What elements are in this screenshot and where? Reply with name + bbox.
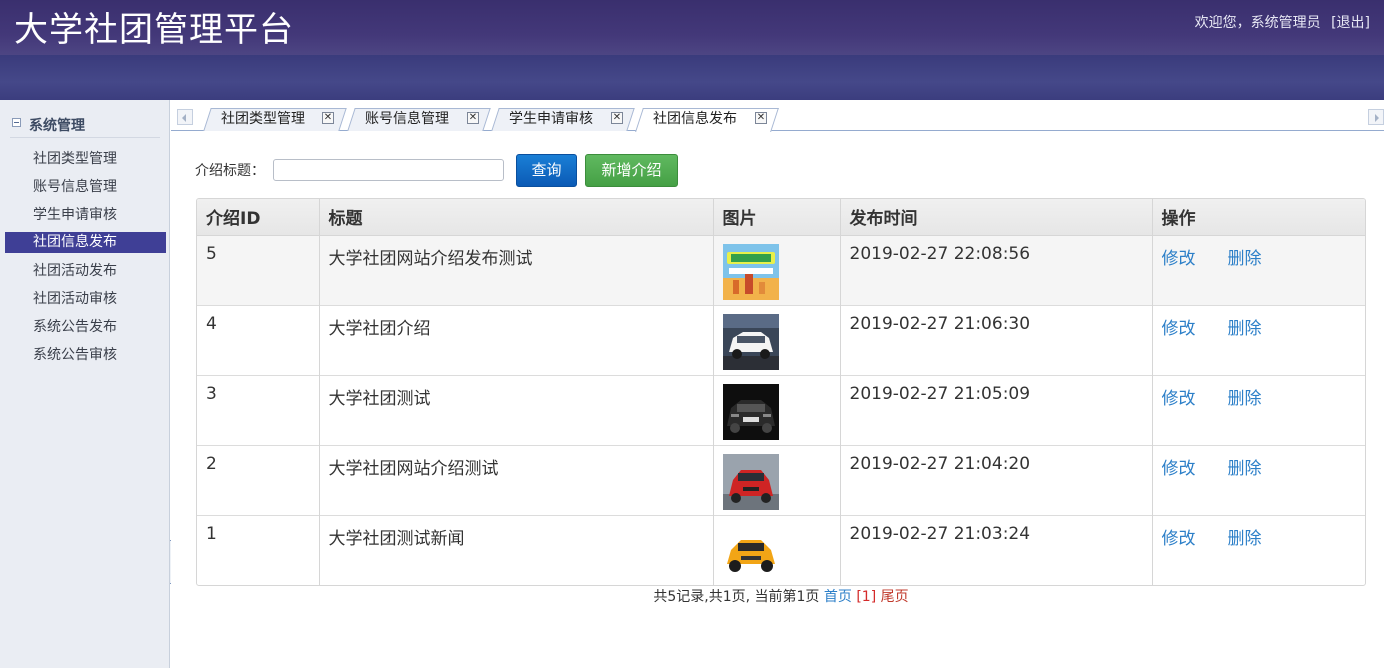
tab-bar: 社团类型管理 ✕ 账号信息管理 ✕ 学生申请审核 ✕ 社团信息发布 ✕ xyxy=(171,104,1384,132)
title-filter-input[interactable] xyxy=(273,159,504,181)
sidebar-item-club-type[interactable]: 社团类型管理 xyxy=(5,148,166,176)
sidebar-group-label: 系统管理 xyxy=(29,118,85,134)
cell-time: 2019-02-27 21:06:30 xyxy=(839,304,1152,375)
red-car-thumb[interactable] xyxy=(722,453,779,510)
tab-scroll-left-icon[interactable] xyxy=(177,109,193,125)
cell-time: 2019-02-27 21:03:24 xyxy=(839,514,1152,585)
first-page-link[interactable]: 首页 xyxy=(824,589,852,605)
intro-table: 介绍ID 标题 图片 发布时间 操作 5 大学社团网站介绍发布测试 2019-0… xyxy=(196,198,1366,586)
logout-link[interactable]: [退出] xyxy=(1331,15,1370,31)
sidebar-item-notice-review[interactable]: 系统公告审核 xyxy=(5,344,166,372)
column-header: 发布时间 xyxy=(839,199,1152,236)
sidebar-item-notice-publish[interactable]: 系统公告发布 xyxy=(5,316,166,344)
cell-actions: 修改 删除 xyxy=(1151,444,1365,515)
sidebar-menu: 社团类型管理 账号信息管理 学生申请审核 社团信息发布 社团活动发布 社团活动审… xyxy=(5,148,166,372)
column-header: 介绍ID xyxy=(197,199,319,236)
delete-link[interactable]: 删除 xyxy=(1228,319,1262,339)
cell-title: 大学社团测试 xyxy=(318,374,713,445)
title-filter-label: 介绍标题： xyxy=(195,163,265,179)
delete-link[interactable]: 删除 xyxy=(1228,249,1262,269)
delete-link[interactable]: 删除 xyxy=(1228,459,1262,479)
column-header: 标题 xyxy=(318,199,713,236)
cell-id: 5 xyxy=(197,234,319,305)
tab-close-icon[interactable]: ✕ xyxy=(611,112,623,124)
cell-time: 2019-02-27 21:04:20 xyxy=(839,444,1152,515)
cell-id: 2 xyxy=(197,444,319,515)
tab-close-icon[interactable]: ✕ xyxy=(755,112,767,124)
app-header: 大学社团管理平台 欢迎您，系统管理员 [退出] xyxy=(0,0,1384,100)
query-button[interactable]: 查询 xyxy=(516,154,577,187)
table-header-row: 介绍ID 标题 图片 发布时间 操作 xyxy=(197,199,1365,236)
sidebar-group-header[interactable]: 系统管理 xyxy=(10,114,160,138)
cell-title: 大学社团网站介绍发布测试 xyxy=(318,234,713,305)
tab-close-icon[interactable]: ✕ xyxy=(467,112,479,124)
edit-link[interactable]: 修改 xyxy=(1162,459,1196,479)
white-car-thumb[interactable] xyxy=(722,313,779,370)
cell-actions: 修改 删除 xyxy=(1151,234,1365,305)
tab-close-icon[interactable]: ✕ xyxy=(322,112,334,124)
cell-title: 大学社团网站介绍测试 xyxy=(318,444,713,515)
column-header: 图片 xyxy=(712,199,840,236)
tab-label[interactable]: 账号信息管理 xyxy=(365,108,449,128)
delete-link[interactable]: 删除 xyxy=(1228,529,1262,549)
table-row: 4 大学社团介绍 2019-02-27 21:06:30 修改 删除 xyxy=(197,304,1365,375)
edit-link[interactable]: 修改 xyxy=(1162,529,1196,549)
sidebar-item-student-apply[interactable]: 学生申请审核 xyxy=(5,204,166,232)
edit-link[interactable]: 修改 xyxy=(1162,249,1196,269)
collapse-toggle-icon[interactable] xyxy=(12,118,21,127)
tab-label[interactable]: 学生申请审核 xyxy=(509,108,593,128)
table-row: 2 大学社团网站介绍测试 2019-02-27 21:04:20 修改 删除 xyxy=(197,444,1365,515)
edit-link[interactable]: 修改 xyxy=(1162,389,1196,409)
cell-actions: 修改 删除 xyxy=(1151,514,1365,585)
tab-label[interactable]: 社团信息发布 xyxy=(653,108,737,128)
delete-link[interactable]: 删除 xyxy=(1228,389,1262,409)
poster-thumb[interactable] xyxy=(722,243,779,300)
yellow-car-thumb[interactable] xyxy=(722,523,779,580)
pagination: 共5记录,共1页, 当前第1页 首页 [1] 尾页 xyxy=(171,586,1384,606)
table-row: 5 大学社团网站介绍发布测试 2019-02-27 22:08:56 修改 删除 xyxy=(197,234,1365,305)
cell-title: 大学社团测试新闻 xyxy=(318,514,713,585)
main-content: 介绍标题： 查询 新增介绍 介绍ID 标题 图片 发布时间 操作 5 大学社团网… xyxy=(171,132,1384,668)
cell-actions: 修改 删除 xyxy=(1151,304,1365,375)
welcome-area: 欢迎您，系统管理员 [退出] xyxy=(1195,12,1370,32)
cell-time: 2019-02-27 22:08:56 xyxy=(839,234,1152,305)
cell-id: 3 xyxy=(197,374,319,445)
sidebar-item-activity-review[interactable]: 社团活动审核 xyxy=(5,288,166,316)
tab-label[interactable]: 社团类型管理 xyxy=(221,108,305,128)
cell-id: 4 xyxy=(197,304,319,375)
cell-title: 大学社团介绍 xyxy=(318,304,713,375)
add-intro-button[interactable]: 新增介绍 xyxy=(585,154,678,187)
app-title: 大学社团管理平台 xyxy=(14,10,294,50)
column-header: 操作 xyxy=(1151,199,1365,236)
table-row: 1 大学社团测试新闻 2019-02-27 21:03:24 修改 删除 xyxy=(197,514,1365,585)
sidebar: 系统管理 社团类型管理 账号信息管理 学生申请审核 社团信息发布 社团活动发布 … xyxy=(0,100,178,668)
tab-scroll-right-icon[interactable] xyxy=(1368,109,1384,125)
cell-id: 1 xyxy=(197,514,319,585)
pager-summary: 共5记录,共1页, 当前第1页 xyxy=(653,589,820,605)
last-page-link[interactable]: 尾页 xyxy=(881,589,909,605)
table-row: 3 大学社团测试 2019-02-27 21:05:09 修改 删除 xyxy=(197,374,1365,445)
sidebar-item-account[interactable]: 账号信息管理 xyxy=(5,176,166,204)
sidebar-item-club-info[interactable]: 社团信息发布 xyxy=(5,232,166,253)
header-band xyxy=(0,55,1384,100)
black-car-thumb[interactable] xyxy=(722,383,779,440)
edit-link[interactable]: 修改 xyxy=(1162,319,1196,339)
cell-actions: 修改 删除 xyxy=(1151,374,1365,445)
sidebar-item-activity-publish[interactable]: 社团活动发布 xyxy=(5,260,166,288)
cell-time: 2019-02-27 21:05:09 xyxy=(839,374,1152,445)
current-page-link[interactable]: [1] xyxy=(856,589,876,605)
welcome-text: 欢迎您，系统管理员 xyxy=(1194,15,1321,31)
